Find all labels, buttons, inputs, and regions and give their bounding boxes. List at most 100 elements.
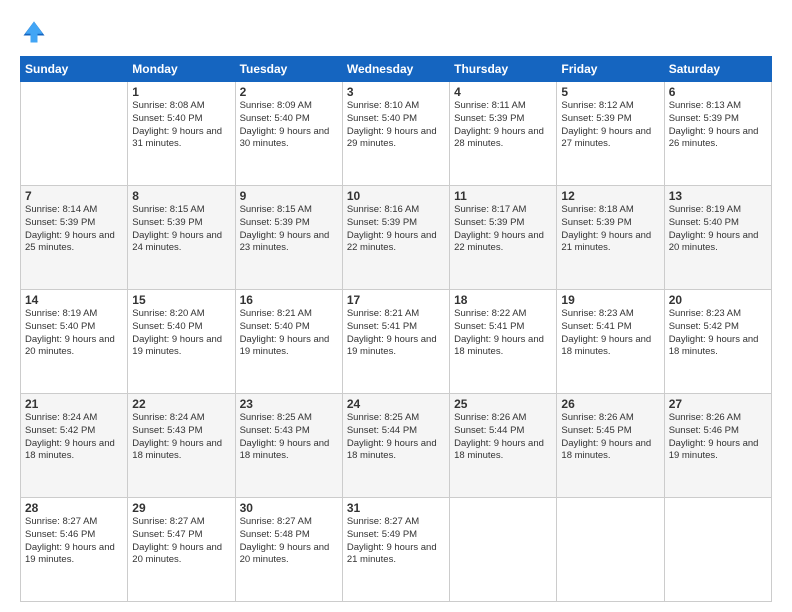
calendar-cell: 22Sunrise: 8:24 AMSunset: 5:43 PMDayligh…	[128, 394, 235, 498]
day-info: Sunrise: 8:22 AMSunset: 5:41 PMDaylight:…	[454, 308, 552, 359]
calendar-weekday-friday: Friday	[557, 57, 664, 82]
calendar-weekday-thursday: Thursday	[450, 57, 557, 82]
calendar-cell: 28Sunrise: 8:27 AMSunset: 5:46 PMDayligh…	[21, 498, 128, 602]
day-number: 1	[132, 85, 230, 99]
day-number: 29	[132, 501, 230, 515]
day-info: Sunrise: 8:18 AMSunset: 5:39 PMDaylight:…	[561, 204, 659, 255]
day-info: Sunrise: 8:17 AMSunset: 5:39 PMDaylight:…	[454, 204, 552, 255]
calendar-cell: 3Sunrise: 8:10 AMSunset: 5:40 PMDaylight…	[342, 82, 449, 186]
day-number: 2	[240, 85, 338, 99]
calendar-cell: 26Sunrise: 8:26 AMSunset: 5:45 PMDayligh…	[557, 394, 664, 498]
calendar-cell: 11Sunrise: 8:17 AMSunset: 5:39 PMDayligh…	[450, 186, 557, 290]
logo-icon	[20, 18, 48, 46]
calendar-cell	[450, 498, 557, 602]
day-number: 27	[669, 397, 767, 411]
day-info: Sunrise: 8:24 AMSunset: 5:42 PMDaylight:…	[25, 412, 123, 463]
day-info: Sunrise: 8:12 AMSunset: 5:39 PMDaylight:…	[561, 100, 659, 151]
calendar-header-row: SundayMondayTuesdayWednesdayThursdayFrid…	[21, 57, 772, 82]
day-number: 16	[240, 293, 338, 307]
day-number: 20	[669, 293, 767, 307]
day-info: Sunrise: 8:14 AMSunset: 5:39 PMDaylight:…	[25, 204, 123, 255]
day-info: Sunrise: 8:15 AMSunset: 5:39 PMDaylight:…	[132, 204, 230, 255]
day-number: 23	[240, 397, 338, 411]
day-info: Sunrise: 8:24 AMSunset: 5:43 PMDaylight:…	[132, 412, 230, 463]
day-info: Sunrise: 8:19 AMSunset: 5:40 PMDaylight:…	[25, 308, 123, 359]
calendar-cell: 25Sunrise: 8:26 AMSunset: 5:44 PMDayligh…	[450, 394, 557, 498]
calendar-cell: 23Sunrise: 8:25 AMSunset: 5:43 PMDayligh…	[235, 394, 342, 498]
day-number: 11	[454, 189, 552, 203]
calendar-cell: 27Sunrise: 8:26 AMSunset: 5:46 PMDayligh…	[664, 394, 771, 498]
calendar-cell: 17Sunrise: 8:21 AMSunset: 5:41 PMDayligh…	[342, 290, 449, 394]
day-info: Sunrise: 8:21 AMSunset: 5:40 PMDaylight:…	[240, 308, 338, 359]
day-number: 30	[240, 501, 338, 515]
day-info: Sunrise: 8:13 AMSunset: 5:39 PMDaylight:…	[669, 100, 767, 151]
day-number: 19	[561, 293, 659, 307]
day-number: 13	[669, 189, 767, 203]
calendar-week-row-5: 28Sunrise: 8:27 AMSunset: 5:46 PMDayligh…	[21, 498, 772, 602]
calendar-weekday-monday: Monday	[128, 57, 235, 82]
day-info: Sunrise: 8:09 AMSunset: 5:40 PMDaylight:…	[240, 100, 338, 151]
calendar-table: SundayMondayTuesdayWednesdayThursdayFrid…	[20, 56, 772, 602]
day-number: 26	[561, 397, 659, 411]
day-info: Sunrise: 8:27 AMSunset: 5:48 PMDaylight:…	[240, 516, 338, 567]
calendar-cell: 10Sunrise: 8:16 AMSunset: 5:39 PMDayligh…	[342, 186, 449, 290]
calendar-week-row-4: 21Sunrise: 8:24 AMSunset: 5:42 PMDayligh…	[21, 394, 772, 498]
calendar-cell: 29Sunrise: 8:27 AMSunset: 5:47 PMDayligh…	[128, 498, 235, 602]
calendar-cell: 21Sunrise: 8:24 AMSunset: 5:42 PMDayligh…	[21, 394, 128, 498]
day-info: Sunrise: 8:27 AMSunset: 5:46 PMDaylight:…	[25, 516, 123, 567]
calendar-cell: 5Sunrise: 8:12 AMSunset: 5:39 PMDaylight…	[557, 82, 664, 186]
day-number: 8	[132, 189, 230, 203]
day-info: Sunrise: 8:11 AMSunset: 5:39 PMDaylight:…	[454, 100, 552, 151]
header	[20, 18, 772, 46]
calendar-cell: 8Sunrise: 8:15 AMSunset: 5:39 PMDaylight…	[128, 186, 235, 290]
calendar-cell: 1Sunrise: 8:08 AMSunset: 5:40 PMDaylight…	[128, 82, 235, 186]
calendar-cell: 19Sunrise: 8:23 AMSunset: 5:41 PMDayligh…	[557, 290, 664, 394]
day-info: Sunrise: 8:26 AMSunset: 5:44 PMDaylight:…	[454, 412, 552, 463]
day-info: Sunrise: 8:19 AMSunset: 5:40 PMDaylight:…	[669, 204, 767, 255]
day-info: Sunrise: 8:10 AMSunset: 5:40 PMDaylight:…	[347, 100, 445, 151]
day-info: Sunrise: 8:25 AMSunset: 5:44 PMDaylight:…	[347, 412, 445, 463]
day-info: Sunrise: 8:27 AMSunset: 5:47 PMDaylight:…	[132, 516, 230, 567]
calendar-cell: 14Sunrise: 8:19 AMSunset: 5:40 PMDayligh…	[21, 290, 128, 394]
calendar-weekday-wednesday: Wednesday	[342, 57, 449, 82]
calendar-cell: 31Sunrise: 8:27 AMSunset: 5:49 PMDayligh…	[342, 498, 449, 602]
day-info: Sunrise: 8:20 AMSunset: 5:40 PMDaylight:…	[132, 308, 230, 359]
day-number: 15	[132, 293, 230, 307]
calendar-cell: 16Sunrise: 8:21 AMSunset: 5:40 PMDayligh…	[235, 290, 342, 394]
logo	[20, 18, 52, 46]
day-number: 25	[454, 397, 552, 411]
day-info: Sunrise: 8:25 AMSunset: 5:43 PMDaylight:…	[240, 412, 338, 463]
day-info: Sunrise: 8:15 AMSunset: 5:39 PMDaylight:…	[240, 204, 338, 255]
calendar-cell	[21, 82, 128, 186]
day-info: Sunrise: 8:26 AMSunset: 5:45 PMDaylight:…	[561, 412, 659, 463]
day-number: 6	[669, 85, 767, 99]
calendar-cell: 20Sunrise: 8:23 AMSunset: 5:42 PMDayligh…	[664, 290, 771, 394]
calendar-cell: 15Sunrise: 8:20 AMSunset: 5:40 PMDayligh…	[128, 290, 235, 394]
day-number: 24	[347, 397, 445, 411]
calendar-cell: 18Sunrise: 8:22 AMSunset: 5:41 PMDayligh…	[450, 290, 557, 394]
calendar-cell	[557, 498, 664, 602]
day-number: 4	[454, 85, 552, 99]
calendar-cell	[664, 498, 771, 602]
day-number: 7	[25, 189, 123, 203]
calendar-weekday-sunday: Sunday	[21, 57, 128, 82]
day-number: 22	[132, 397, 230, 411]
calendar-cell: 9Sunrise: 8:15 AMSunset: 5:39 PMDaylight…	[235, 186, 342, 290]
day-number: 18	[454, 293, 552, 307]
calendar-week-row-1: 1Sunrise: 8:08 AMSunset: 5:40 PMDaylight…	[21, 82, 772, 186]
page: SundayMondayTuesdayWednesdayThursdayFrid…	[0, 0, 792, 612]
day-number: 5	[561, 85, 659, 99]
calendar-cell: 30Sunrise: 8:27 AMSunset: 5:48 PMDayligh…	[235, 498, 342, 602]
calendar-cell: 2Sunrise: 8:09 AMSunset: 5:40 PMDaylight…	[235, 82, 342, 186]
day-info: Sunrise: 8:26 AMSunset: 5:46 PMDaylight:…	[669, 412, 767, 463]
calendar-cell: 7Sunrise: 8:14 AMSunset: 5:39 PMDaylight…	[21, 186, 128, 290]
calendar-cell: 6Sunrise: 8:13 AMSunset: 5:39 PMDaylight…	[664, 82, 771, 186]
calendar-cell: 4Sunrise: 8:11 AMSunset: 5:39 PMDaylight…	[450, 82, 557, 186]
calendar-cell: 13Sunrise: 8:19 AMSunset: 5:40 PMDayligh…	[664, 186, 771, 290]
day-number: 17	[347, 293, 445, 307]
day-number: 14	[25, 293, 123, 307]
calendar-cell: 24Sunrise: 8:25 AMSunset: 5:44 PMDayligh…	[342, 394, 449, 498]
day-number: 28	[25, 501, 123, 515]
day-info: Sunrise: 8:08 AMSunset: 5:40 PMDaylight:…	[132, 100, 230, 151]
day-info: Sunrise: 8:21 AMSunset: 5:41 PMDaylight:…	[347, 308, 445, 359]
